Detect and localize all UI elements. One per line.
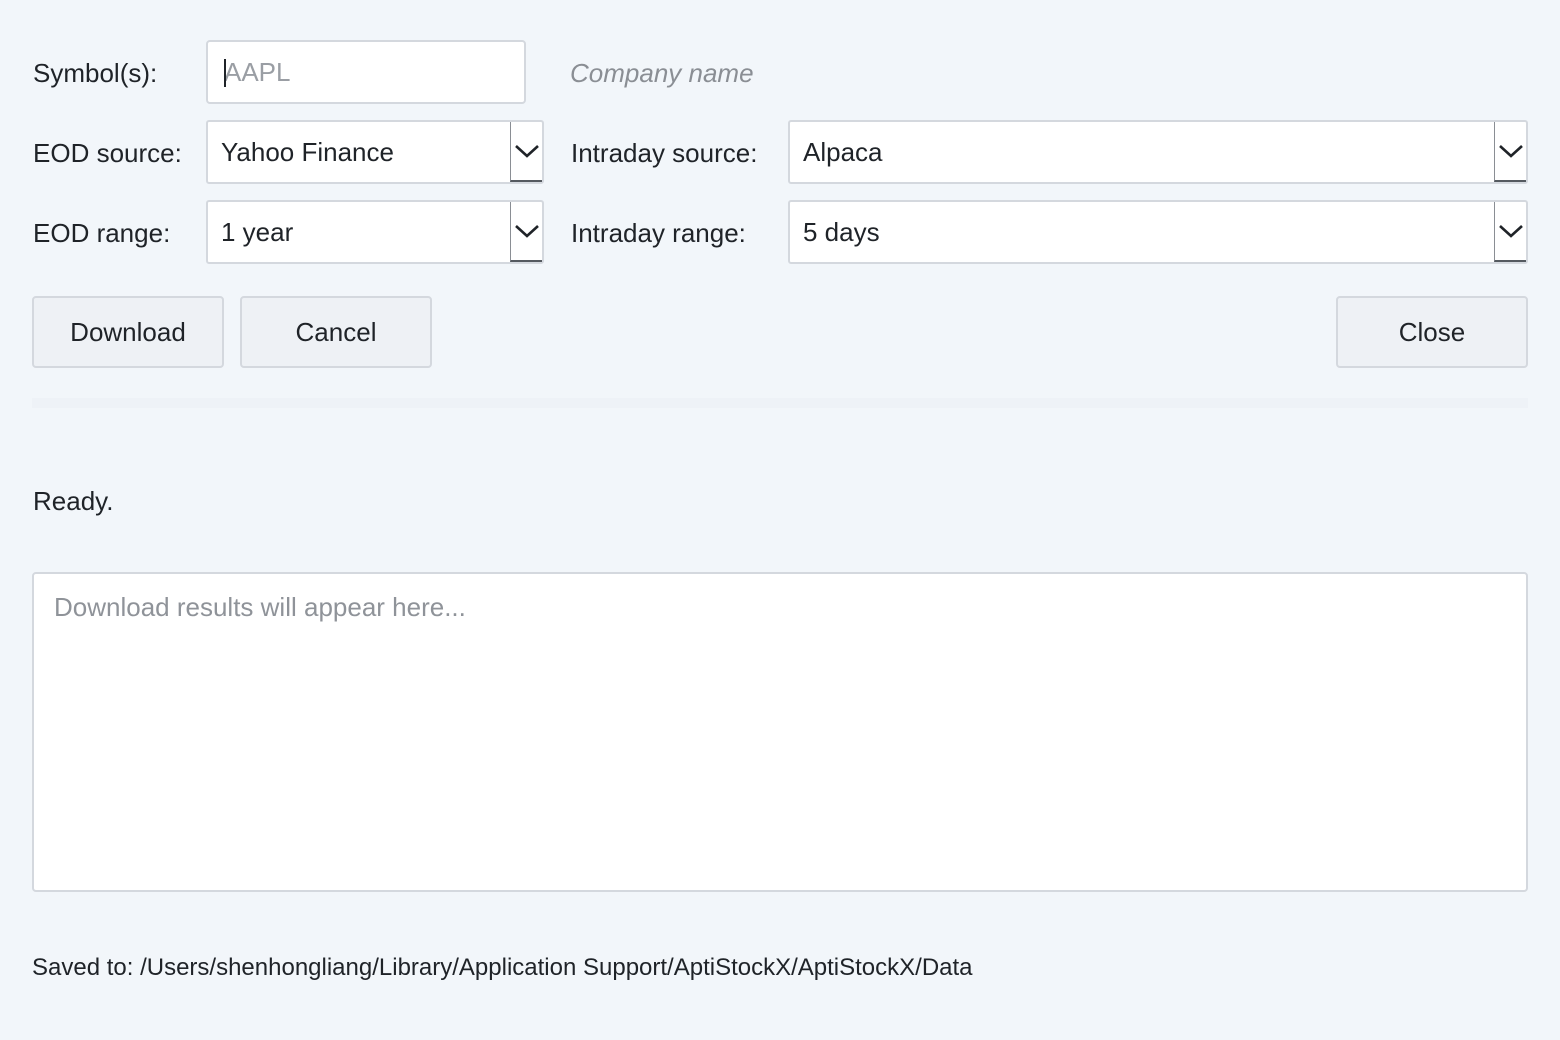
company-name-hint: Company name [570,58,754,88]
chevron-down-icon[interactable] [1494,202,1526,262]
intraday-range-label: Intraday range: [571,218,746,248]
eod-range-label: EOD range: [33,218,171,248]
cancel-button[interactable]: Cancel [240,296,432,368]
eod-source-label: EOD source: [33,138,182,168]
intraday-range-value: 5 days [803,216,880,247]
eod-range-value: 1 year [221,216,294,247]
text-caret [224,59,226,87]
chevron-down-icon[interactable] [510,122,542,182]
results-textarea[interactable] [32,572,1528,892]
status-text: Ready. [33,486,114,516]
chevron-down-icon[interactable] [510,202,542,262]
intraday-source-value: Alpaca [803,136,883,167]
close-button[interactable]: Close [1336,296,1528,368]
chevron-down-icon[interactable] [1494,122,1526,182]
symbol-input[interactable] [206,40,526,104]
eod-range-select[interactable]: 1 year [206,200,544,264]
download-button[interactable]: Download [32,296,224,368]
intraday-source-label: Intraday source: [571,138,758,168]
intraday-range-select[interactable]: 5 days [788,200,1528,264]
eod-source-value: Yahoo Finance [221,136,394,167]
symbol-label: Symbol(s): [33,58,158,88]
progress-track [32,398,1528,408]
eod-source-select[interactable]: Yahoo Finance [206,120,544,184]
saved-to-path: Saved to: /Users/shenhongliang/Library/A… [32,954,973,981]
intraday-source-select[interactable]: Alpaca [788,120,1528,184]
